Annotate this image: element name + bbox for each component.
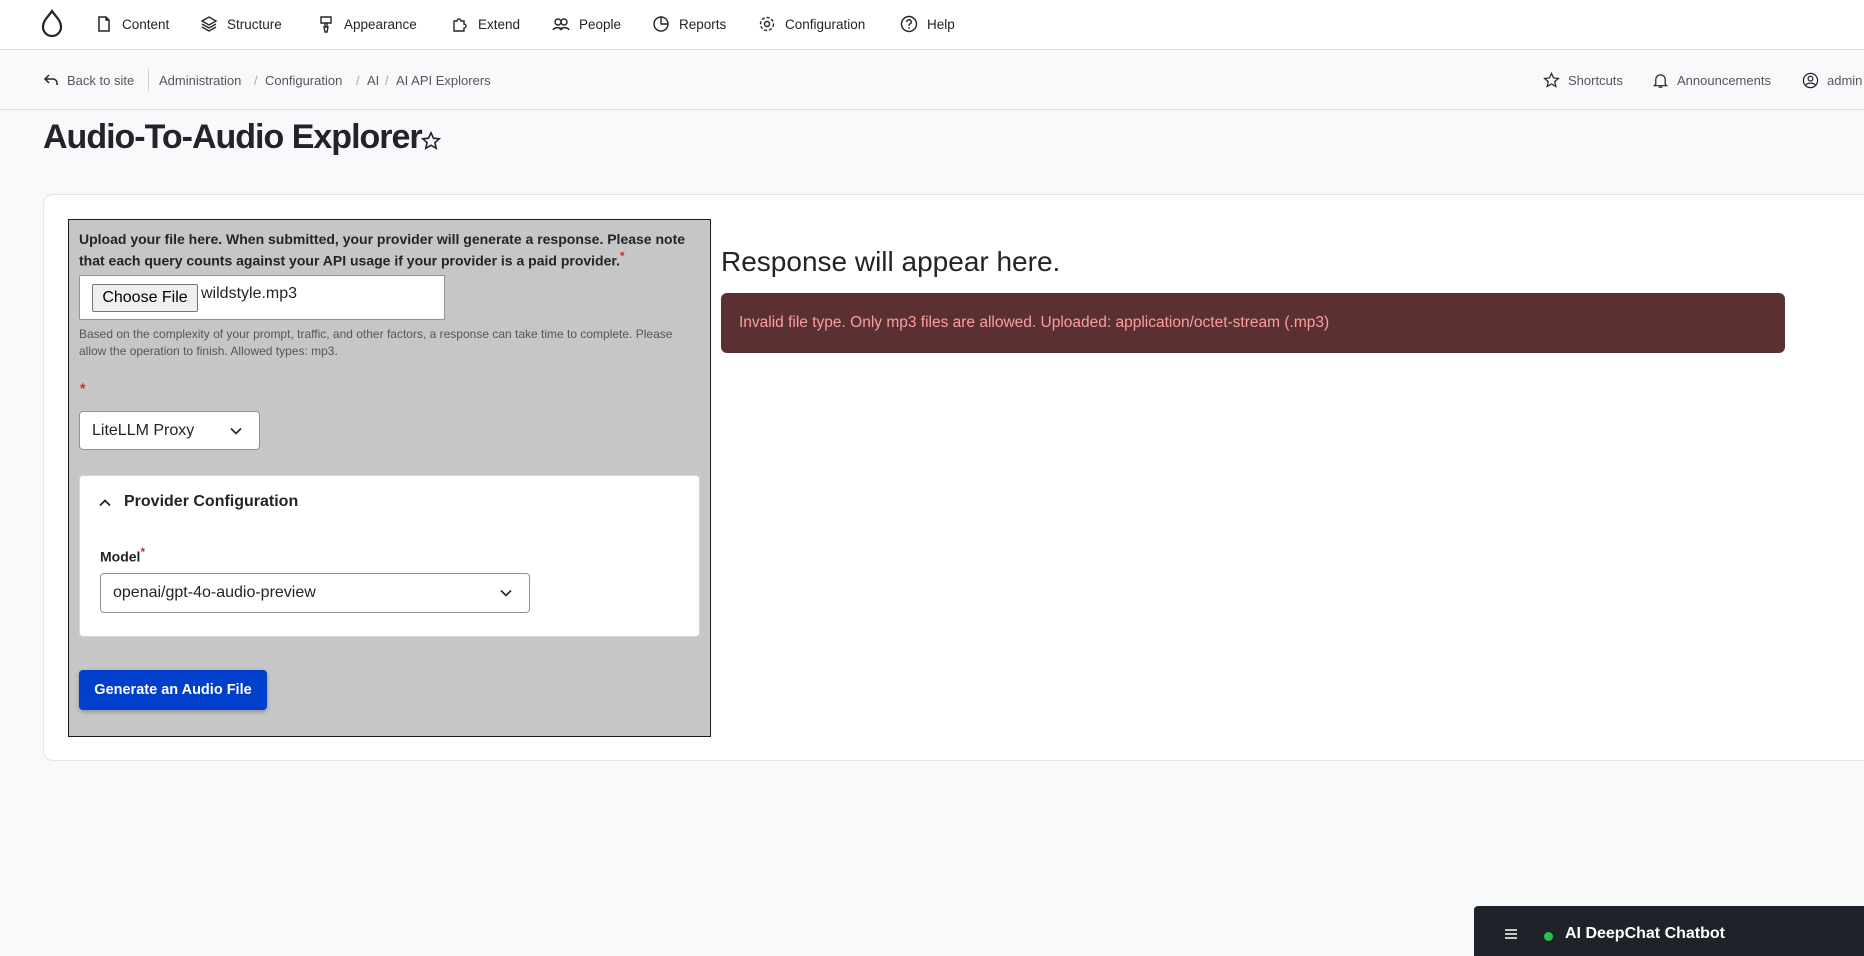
response-title: Response will appear here.: [721, 246, 1061, 277]
nav-structure-label: Structure: [227, 16, 282, 32]
admin-toolbar: Content Structure Appearance Extend Peop…: [0, 0, 1864, 50]
file-icon: [98, 16, 110, 32]
announcements-link[interactable]: Announcements: [1652, 50, 1771, 110]
nav-configuration[interactable]: Configuration: [758, 0, 865, 48]
user-label: admin: [1827, 72, 1863, 88]
chevron-down-icon: [230, 427, 242, 435]
breadcrumb-item-ai[interactable]: AI: [367, 50, 379, 110]
menu-icon[interactable]: [1504, 928, 1518, 940]
back-to-site-link[interactable]: Back to site: [43, 50, 134, 110]
provider-required-mark: *: [80, 380, 86, 396]
chevron-up-icon[interactable]: [98, 496, 112, 510]
nav-content[interactable]: Content: [95, 0, 169, 48]
nav-appearance[interactable]: Appearance: [317, 0, 417, 48]
nav-configuration-label: Configuration: [785, 16, 866, 32]
required-mark: *: [140, 546, 145, 559]
page-title: Audio-To-Audio Explorer: [43, 118, 423, 156]
people-icon: [552, 18, 570, 31]
provider-configuration-summary[interactable]: Provider Configuration: [124, 493, 298, 511]
breadcrumb-label: Configuration: [265, 72, 343, 88]
add-shortcut-star-icon[interactable]: [421, 131, 441, 151]
chart-icon: [653, 16, 669, 32]
model-select[interactable]: openai/gpt-4o-audio-preview: [100, 573, 530, 613]
nav-reports[interactable]: Reports: [652, 0, 726, 48]
upload-label: Upload your file here. When submitted, y…: [79, 230, 699, 270]
upload-description: Based on the complexity of your prompt, …: [79, 327, 673, 358]
provider-select[interactable]: LiteLLM Proxy: [79, 411, 260, 450]
shortcuts-link[interactable]: Shortcuts: [1543, 50, 1623, 110]
layers-icon: [200, 16, 218, 32]
nav-extend[interactable]: Extend: [451, 0, 520, 48]
drupal-drop-icon[interactable]: [40, 9, 64, 39]
bell-icon: [1652, 73, 1669, 88]
nav-help[interactable]: Help: [900, 0, 955, 48]
star-icon: [1543, 71, 1560, 88]
help-icon: [900, 15, 918, 33]
breadcrumb-label: AI: [367, 72, 380, 88]
breadcrumb-item-configuration[interactable]: Configuration: [265, 50, 342, 110]
user-menu[interactable]: admin: [1802, 50, 1862, 110]
generate-audio-button[interactable]: Generate an Audio File: [79, 670, 267, 710]
breadcrumb-separator: /: [356, 72, 360, 88]
back-to-site-label: Back to site: [67, 72, 135, 88]
user-icon: [1802, 72, 1819, 88]
choose-file-button[interactable]: Choose File: [92, 284, 198, 312]
error-alert: Invalid file type. Only mp3 files are al…: [721, 293, 1785, 353]
model-select-value: openai/gpt-4o-audio-preview: [113, 584, 316, 601]
puzzle-icon: [453, 18, 467, 32]
nav-structure[interactable]: Structure: [200, 0, 282, 48]
breadcrumb-separator: /: [254, 72, 258, 88]
announcements-label: Announcements: [1677, 72, 1771, 88]
nav-extend-label: Extend: [478, 16, 521, 32]
nav-reports-label: Reports: [679, 16, 727, 32]
breadcrumb-label: AI API Explorers: [396, 72, 491, 88]
nav-help-label: Help: [927, 16, 955, 32]
chatbot-title: AI DeepChat Chatbot: [1565, 925, 1725, 942]
selected-file-name: wildstyle.mp3: [201, 285, 298, 302]
breadcrumb-item-administration[interactable]: Administration: [159, 50, 241, 110]
chevron-down-icon: [500, 589, 512, 597]
breadcrumb-item-ai-api-explorers[interactable]: AI API Explorers: [396, 50, 491, 110]
gear-icon: [759, 16, 775, 32]
nav-appearance-label: Appearance: [344, 16, 417, 32]
nav-people[interactable]: People: [552, 0, 621, 48]
model-label-text: Model: [100, 548, 141, 565]
nav-people-label: People: [579, 16, 622, 32]
breadcrumb-divider: [148, 69, 149, 91]
required-mark: *: [619, 250, 625, 263]
provider-select-value: LiteLLM Proxy: [92, 421, 195, 439]
model-label: Model*: [100, 546, 145, 565]
nav-content-label: Content: [122, 16, 170, 32]
breadcrumb-separator: /: [385, 72, 389, 88]
shortcuts-label: Shortcuts: [1568, 72, 1623, 88]
back-arrow-icon: [43, 74, 58, 85]
error-message: Invalid file type. Only mp3 files are al…: [739, 314, 1330, 331]
breadcrumb-label: Administration: [159, 72, 242, 88]
brush-icon: [320, 16, 332, 33]
status-dot-icon: [1544, 932, 1553, 941]
upload-label-text: Upload your file here. When submitted, y…: [79, 231, 686, 269]
